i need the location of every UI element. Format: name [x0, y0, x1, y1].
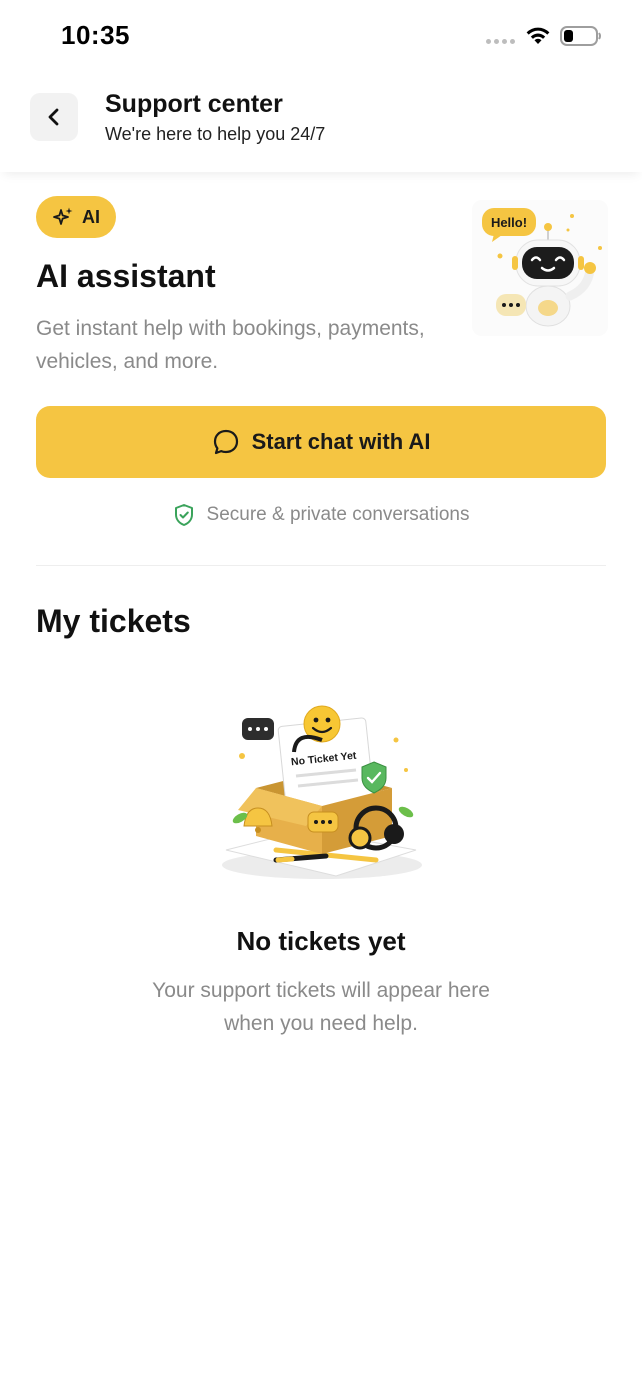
empty-state-description-line-1: Your support tickets will appear here [152, 979, 490, 1002]
chevron-left-icon [48, 108, 59, 126]
secure-note-label: Secure & private conversations [206, 504, 470, 525]
wifi-icon [526, 27, 550, 44]
shield-check-icon [174, 504, 193, 526]
secure-note: Secure & private conversations [0, 503, 642, 527]
status-bar: 10:35 [0, 0, 642, 70]
start-chat-button-label: Start chat with AI [251, 429, 431, 454]
empty-state-description: Your support tickets will appear here wh… [0, 974, 642, 1040]
cellular-signal-icon [486, 39, 515, 44]
header: Support center We're here to help you 24… [0, 70, 642, 172]
sparkles-icon [53, 207, 73, 225]
my-tickets-title: My tickets [36, 603, 191, 639]
ai-badge: AI [36, 196, 116, 238]
ai-badge-label: AI [82, 206, 100, 227]
hello-bubble-text: Hello! [491, 215, 527, 230]
page-subtitle: We're here to help you 24/7 [105, 124, 326, 144]
empty-state-title: No tickets yet [236, 926, 406, 956]
start-chat-button[interactable]: Start chat with AI [36, 406, 606, 478]
ai-assistant-title: AI assistant [36, 258, 216, 294]
battery-icon [560, 26, 601, 46]
status-time: 10:35 [61, 20, 130, 50]
chat-bubble-icon [213, 429, 238, 455]
page-title: Support center [105, 90, 283, 118]
section-divider [36, 565, 606, 566]
ai-assistant-description: Get instant help with bookings, payments… [36, 317, 425, 373]
robot-illustration: Hello! [472, 200, 608, 336]
no-tickets-illustration: No Ticket Yet [222, 705, 422, 879]
back-button[interactable] [30, 93, 78, 141]
empty-state-description-line-2: when you need help. [224, 1012, 418, 1035]
